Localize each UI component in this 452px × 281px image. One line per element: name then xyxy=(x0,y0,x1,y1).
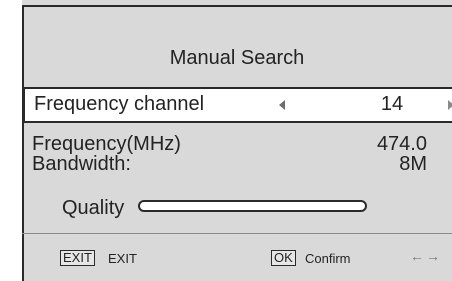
bandwidth-label: Bandwidth: xyxy=(32,153,131,175)
frequency-channel-value: 14 xyxy=(380,93,404,115)
confirm-hint: Confirm xyxy=(305,251,351,266)
ok-key-badge[interactable]: OK xyxy=(271,250,296,266)
quality-bar xyxy=(138,200,367,212)
exit-hint: EXIT xyxy=(108,251,137,266)
quality-label: Quality xyxy=(62,197,125,219)
triangle-left-icon[interactable] xyxy=(279,100,285,110)
manual-search-panel: Manual Search Frequency channel 14 Frequ… xyxy=(22,0,452,281)
left-right-arrows-icon: ←→ xyxy=(410,248,442,264)
top-border xyxy=(22,5,452,7)
footer-divider xyxy=(22,233,452,234)
exit-key-badge[interactable]: EXIT xyxy=(60,250,95,266)
bandwidth-value: 8M xyxy=(399,153,427,175)
triangle-right-icon[interactable] xyxy=(448,100,452,110)
frequency-channel-label: Frequency channel xyxy=(34,93,205,115)
page-title: Manual Search xyxy=(169,47,305,69)
